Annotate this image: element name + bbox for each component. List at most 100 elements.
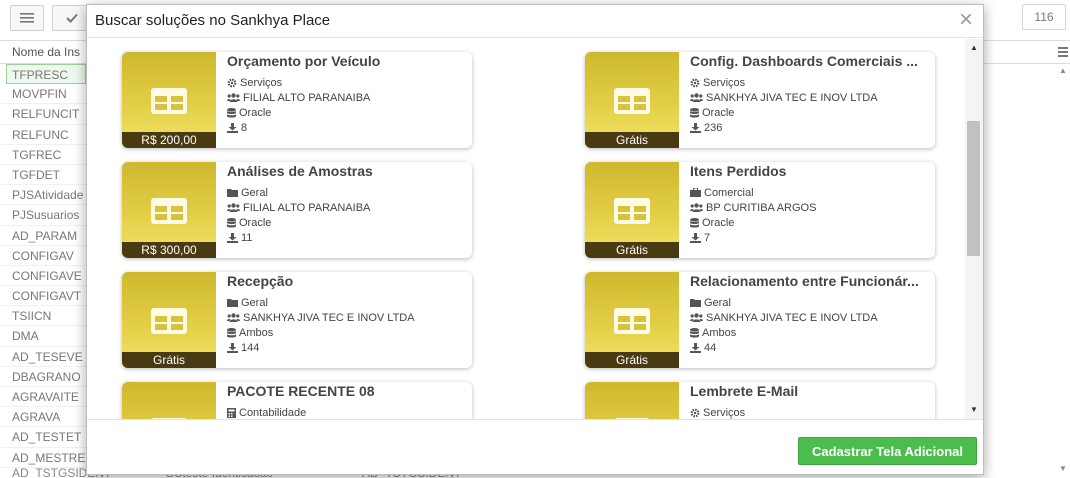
grid-row[interactable]: AD_TESTET [0, 427, 86, 448]
solution-database: Ambos [227, 325, 467, 340]
grid-row[interactable]: CONFIGAV [0, 246, 86, 266]
solution-card[interactable]: R$ 300,00 Análises de Amostras Geral FIL… [122, 162, 472, 258]
solution-company: FILIAL ALTO PARANAIBA [227, 200, 467, 215]
table-icon [614, 198, 650, 224]
solution-database: Ambos [690, 325, 930, 340]
list-icon [20, 13, 34, 23]
register-additional-screen-button[interactable]: Cadastrar Tela Adicional [798, 437, 977, 465]
modal-scrollbar[interactable]: ▲ ▼ [965, 39, 983, 419]
grid-row[interactable]: MOVPFIN [0, 84, 86, 105]
price-label: R$ 300,00 [122, 242, 216, 258]
scroll-up-arrow-icon[interactable]: ▲ [1059, 66, 1067, 75]
download-icon [227, 122, 238, 133]
price-label: Grátis [585, 242, 679, 258]
solution-title: Itens Perdidos [690, 163, 787, 179]
solution-company-text: FILIAL ALTO PARANAIBA [243, 201, 371, 214]
gear-icon [690, 408, 700, 417]
download-icon [227, 232, 238, 243]
solution-card[interactable]: Grátis Recepção Geral SANKHYA JIVA TEC E… [122, 272, 472, 368]
grid-row[interactable]: PJSAtividade [0, 185, 86, 206]
solution-database-text: Ambos [239, 326, 274, 339]
solution-thumbnail: R$ 200,00 [122, 52, 216, 148]
solution-downloads: 144 [227, 340, 467, 355]
solution-company-text: FILIAL ALTO PARANAIBA [243, 91, 371, 104]
database-icon [690, 107, 699, 117]
solution-company: BP CURITIBA ARGOS [690, 200, 930, 215]
solution-card[interactable]: PACOTE RECENTE 08 Contabilidade [122, 382, 472, 419]
grid-row[interactable]: PJSusuarios [0, 205, 86, 226]
solution-card[interactable]: Grátis Itens Perdidos Comercial BP CURIT… [585, 162, 935, 258]
scroll-down-arrow-icon[interactable]: ▼ [1059, 464, 1067, 473]
solution-category-text: Comercial [704, 186, 754, 199]
solution-database: Oracle [690, 105, 930, 120]
grid-row[interactable]: TFPRESC [6, 64, 86, 85]
solution-downloads-text: 8 [241, 121, 248, 134]
solution-company-text: SANKHYA JIVA TEC E INOV LTDA [706, 311, 878, 324]
scrollbar-thumb[interactable] [967, 121, 980, 256]
solution-company: SANKHYA JIVA TEC E INOV LTDA [690, 310, 930, 325]
scroll-up-icon[interactable]: ▲ [965, 41, 983, 55]
solution-category: Serviços [690, 75, 930, 90]
database-icon [690, 327, 699, 337]
solution-database: Oracle [690, 215, 930, 230]
grid-row[interactable]: RELFUNC [0, 125, 86, 145]
grid-row[interactable]: DBAGRANO [0, 367, 86, 387]
solution-title: Análises de Amostras [227, 163, 373, 179]
solution-database: Oracle [227, 215, 467, 230]
grid-row[interactable]: RELFUNCIT [0, 104, 86, 125]
solution-title: PACOTE RECENTE 08 [227, 383, 375, 399]
solution-company-text: SANKHYA JIVA TEC E INOV LTDA [706, 91, 878, 104]
solution-company-text: BP CURITIBA ARGOS [706, 201, 817, 214]
database-icon [690, 217, 699, 227]
table-icon [614, 308, 650, 334]
grid-row[interactable]: AD_PARAM [0, 226, 86, 246]
solution-card[interactable]: Grátis Relacionamento entre Funcionár...… [585, 272, 935, 368]
grid-row[interactable]: AD_MESTRE [0, 448, 86, 468]
solution-thumbnail: Grátis [585, 52, 679, 148]
scroll-down-icon[interactable]: ▼ [965, 403, 983, 417]
grid-row[interactable]: DMA [0, 326, 86, 347]
gear-icon [690, 78, 700, 87]
grid-row[interactable]: CONFIGAVE [0, 266, 86, 287]
solution-database-text: Oracle [239, 106, 272, 119]
solution-database-text: Ambos [702, 326, 737, 339]
solution-category-text: Serviços [703, 76, 746, 89]
grid-row[interactable]: AGRAVAITE [0, 387, 86, 408]
solution-thumbnail: R$ 300,00 [122, 162, 216, 258]
grid-row[interactable]: CONFIGAVT [0, 286, 86, 307]
users-icon [227, 313, 240, 322]
solution-company: SANKHYA JIVA TEC E INOV LTDA [690, 90, 930, 105]
list-view-button[interactable] [10, 5, 44, 31]
solution-category-text: Contabilidade [239, 406, 307, 419]
sankhya-place-modal: Buscar soluções no Sankhya Place × R$ 20… [86, 4, 984, 475]
grid-row[interactable]: TGFREC [0, 145, 86, 165]
solution-category: Geral [690, 295, 930, 310]
record-count: 116 [1022, 4, 1066, 30]
gear-icon [227, 78, 237, 87]
solution-downloads-text: 7 [704, 231, 711, 244]
solution-category-text: Geral [241, 186, 268, 199]
price-label: Grátis [585, 132, 679, 148]
solution-card[interactable]: Lembrete E-Mail Serviços [585, 382, 935, 419]
download-icon [227, 342, 238, 353]
solution-title: Recepção [227, 273, 294, 289]
column-header-name: Nome da Ins [12, 45, 81, 59]
folder-icon [227, 189, 238, 197]
solution-database-text: Oracle [239, 216, 272, 229]
solution-card[interactable]: R$ 200,00 Orçamento por Veículo Serviços… [122, 52, 472, 148]
grid-row[interactable]: TGFDET [0, 165, 86, 186]
database-icon [227, 107, 236, 117]
grid-row[interactable]: AGRAVA [0, 407, 86, 428]
grid-row[interactable]: TSIICN [0, 306, 86, 327]
solution-downloads: 11 [227, 230, 467, 245]
solution-downloads-text: 11 [241, 231, 253, 244]
close-icon[interactable]: × [955, 8, 977, 32]
solution-downloads-text: 236 [704, 121, 723, 134]
grid-row[interactable]: AD_TESEVE [0, 347, 86, 367]
solutions-list: R$ 200,00 Orçamento por Veículo Serviços… [87, 39, 983, 419]
solution-category: Comercial [690, 185, 930, 200]
hamburger-icon[interactable] [1058, 47, 1068, 57]
solution-thumbnail [585, 382, 679, 419]
solution-card[interactable]: Grátis Config. Dashboards Comerciais ...… [585, 52, 935, 148]
solution-company-text: SANKHYA JIVA TEC E INOV LTDA [243, 311, 415, 324]
